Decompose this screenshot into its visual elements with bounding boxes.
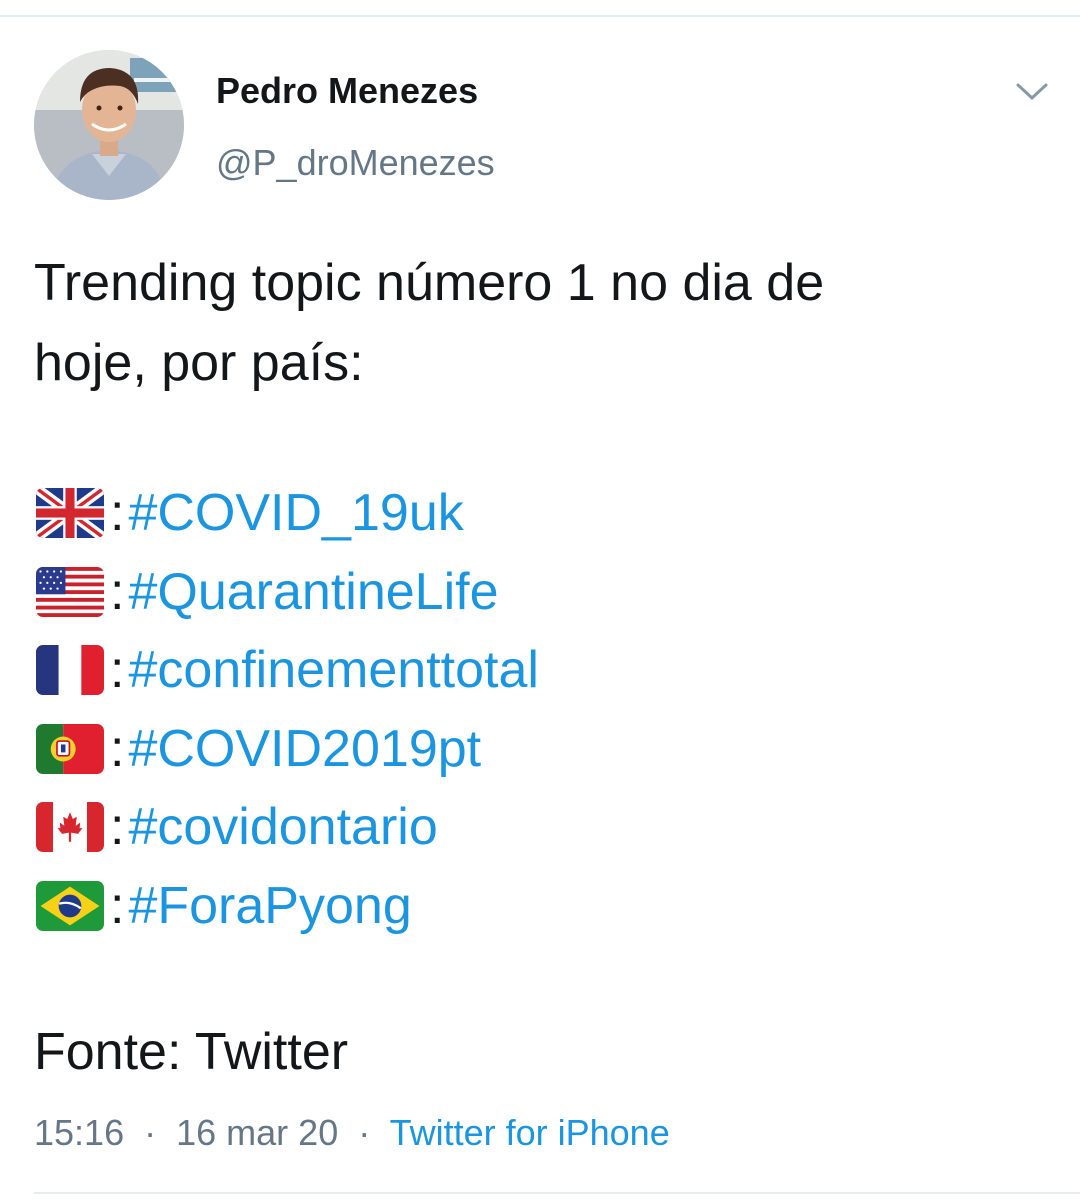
top-divider [0, 15, 1080, 17]
hashtag-link[interactable]: #ForaPyong [128, 876, 411, 936]
trend-list: : #COVID_19uk : #QuarantineLife: #confi… [36, 474, 539, 945]
avatar-photo [34, 50, 184, 200]
trend-separator: : [110, 641, 125, 700]
author-display-name[interactable]: Pedro Menezes [216, 70, 478, 112]
tweet-date[interactable]: 16 mar 20 [176, 1112, 338, 1153]
trend-separator: : [110, 798, 125, 857]
tweet-meta: 15:16 · 16 mar 20 · Twitter for iPhone [34, 1112, 670, 1154]
tweet-source-line: Fonte: Twitter [34, 1023, 349, 1081]
tweet-time[interactable]: 15:16 [34, 1112, 124, 1153]
hashtag-link[interactable]: #COVID2019pt [128, 719, 481, 779]
tweet-text: Trending topic número 1 no dia de hoje, … [34, 243, 1034, 403]
tweet-client-link[interactable]: Twitter for iPhone [390, 1112, 670, 1153]
hashtag-link[interactable]: #QuarantineLife [128, 562, 498, 622]
avatar[interactable] [34, 50, 184, 200]
trend-row: : #covidontario [36, 788, 539, 867]
trend-separator: : [110, 876, 125, 935]
brazil-flag-icon [36, 880, 104, 931]
meta-separator: · [358, 1112, 371, 1153]
trend-separator: : [110, 719, 125, 778]
author-handle[interactable]: @P_droMenezes [216, 142, 495, 184]
tweet-text-line: Trending topic número 1 no dia de [34, 254, 825, 312]
us-flag-icon [36, 566, 104, 617]
trend-row: : #COVID_19uk [36, 474, 539, 553]
hashtag-link[interactable]: #covidontario [128, 797, 437, 857]
trend-separator: : [110, 562, 125, 621]
trend-row: : #ForaPyong [36, 867, 539, 946]
trend-row: : #COVID2019pt [36, 710, 539, 789]
portugal-flag-icon [36, 723, 104, 774]
trend-row: : #QuarantineLife [36, 553, 539, 632]
trend-separator: : [110, 484, 125, 543]
chevron-down-icon[interactable] [1012, 74, 1052, 110]
hashtag-link[interactable]: #COVID_19uk [128, 483, 463, 543]
trend-row: : #confinementtotal [36, 631, 539, 710]
france-flag-icon [36, 645, 104, 696]
tweet-text-line: hoje, por país: [34, 334, 364, 392]
uk-flag-icon [36, 488, 104, 539]
canada-flag-icon [36, 802, 104, 853]
bottom-divider [34, 1192, 1080, 1194]
hashtag-link[interactable]: #confinementtotal [128, 640, 539, 700]
meta-separator: · [144, 1112, 157, 1153]
